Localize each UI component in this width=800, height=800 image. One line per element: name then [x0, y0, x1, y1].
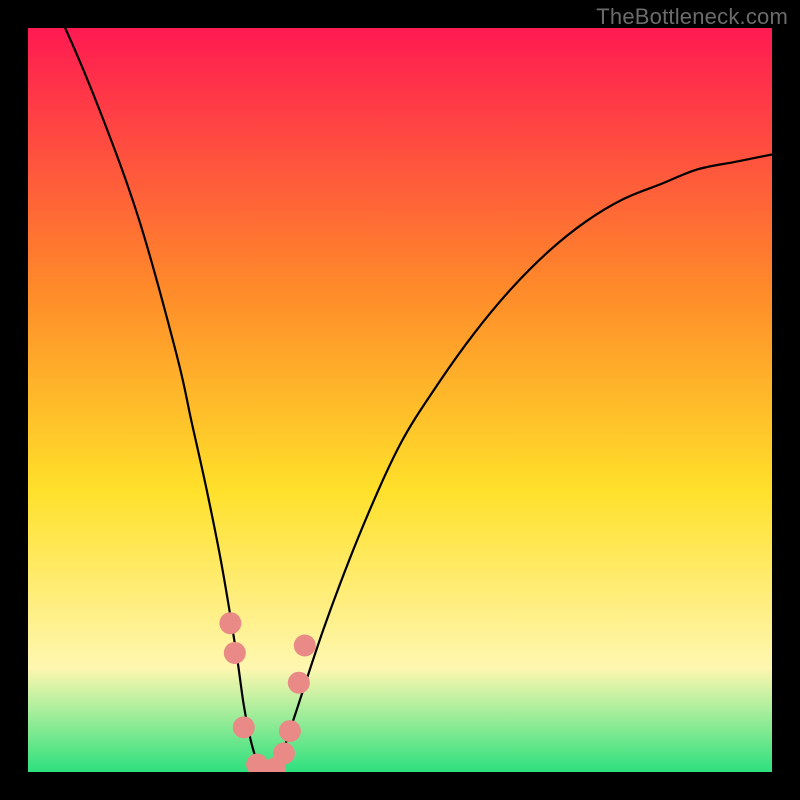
marker-dot [219, 612, 241, 634]
marker-dot [279, 720, 301, 742]
marker-dot [233, 716, 255, 738]
gradient-background [28, 28, 772, 772]
plot-area [28, 28, 772, 772]
marker-dot [288, 672, 310, 694]
chart-svg [28, 28, 772, 772]
watermark-text: TheBottleneck.com [596, 4, 788, 30]
marker-dot [224, 642, 246, 664]
marker-dot [273, 742, 295, 764]
marker-dot [294, 635, 316, 657]
chart-frame: TheBottleneck.com [0, 0, 800, 800]
